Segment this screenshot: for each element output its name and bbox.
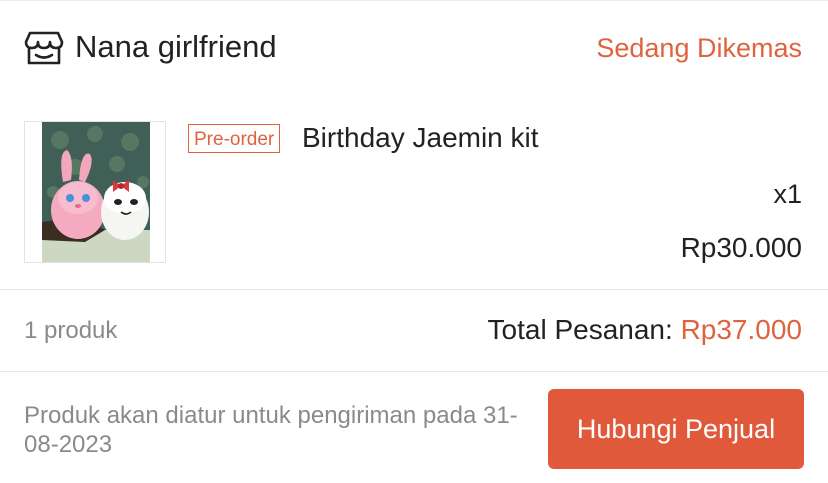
shipping-info: Produk akan diatur untuk pengiriman pada… <box>24 402 518 458</box>
divider <box>0 289 828 290</box>
product-price: Rp30.000 <box>680 232 802 263</box>
product-quantity: x1 <box>773 179 802 209</box>
preorder-badge: Pre-order <box>188 124 281 153</box>
shop-icon <box>24 30 64 66</box>
divider <box>0 371 828 372</box>
order-status: Sedang Dikemas <box>596 33 802 63</box>
order-card-header: Nana girlfriend Sedang Dikemas <box>0 0 828 100</box>
order-total-label: Total Pesanan: <box>487 314 681 345</box>
product-name[interactable]: Birthday Jaemin kit <box>302 122 539 154</box>
shop-name[interactable]: Nana girlfriend <box>75 29 277 65</box>
product-image[interactable] <box>24 121 166 263</box>
order-total-value: Rp37.000 <box>680 314 802 345</box>
contact-seller-button[interactable]: Hubungi Penjual <box>548 389 804 469</box>
product-count: 1 produk <box>24 317 118 344</box>
order-total: Total Pesanan: Rp37.000 <box>488 314 802 346</box>
